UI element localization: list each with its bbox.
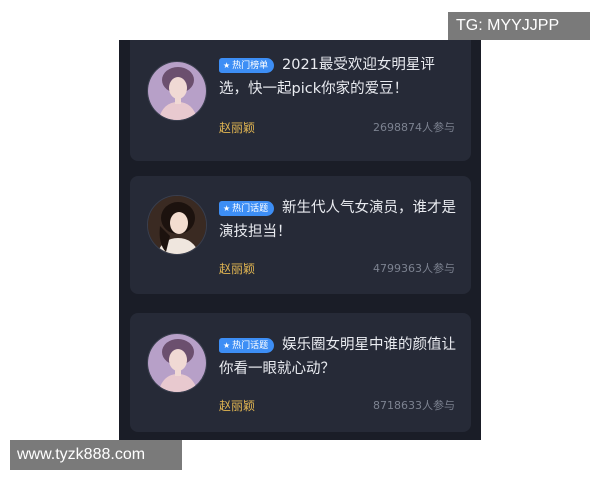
poll-card[interactable]: ★ 热门话题 娱乐圈女明星中谁的颜值让你看一眼就心动？ 赵丽颖 8718633人参… — [130, 313, 471, 432]
watermark-top: TG: MYYJJPP — [448, 12, 590, 40]
poll-title[interactable]: 2021最受欢迎女明星评选，快一起pick你家的爱豆！ — [219, 53, 459, 101]
author-name[interactable]: 赵丽颖 — [219, 260, 255, 277]
avatar[interactable] — [147, 333, 207, 393]
poll-card[interactable]: ★ 热门话题 新生代人气女演员，谁才是演技担当！ 赵丽颖 4799363人参与 — [130, 176, 471, 294]
avatar[interactable] — [147, 61, 207, 121]
avatar[interactable] — [147, 195, 207, 255]
author-name[interactable]: 赵丽颖 — [219, 119, 255, 136]
participant-count: 8718633人参与 — [373, 399, 455, 412]
poll-title[interactable]: 娱乐圈女明星中谁的颜值让你看一眼就心动？ — [219, 333, 459, 381]
author-name[interactable]: 赵丽颖 — [219, 397, 255, 414]
watermark-bottom: www.tyzk888.com — [10, 440, 182, 470]
participant-count: 4799363人参与 — [373, 262, 455, 275]
poll-card[interactable]: ★ 热门榜单 2021最受欢迎女明星评选，快一起pick你家的爱豆！ 赵丽颖 26… — [130, 40, 471, 161]
poll-title[interactable]: 新生代人气女演员，谁才是演技担当！ — [219, 196, 459, 244]
poll-list-panel: ★ 热门榜单 2021最受欢迎女明星评选，快一起pick你家的爱豆！ 赵丽颖 26… — [119, 40, 481, 440]
participant-count: 2698874人参与 — [373, 121, 455, 134]
